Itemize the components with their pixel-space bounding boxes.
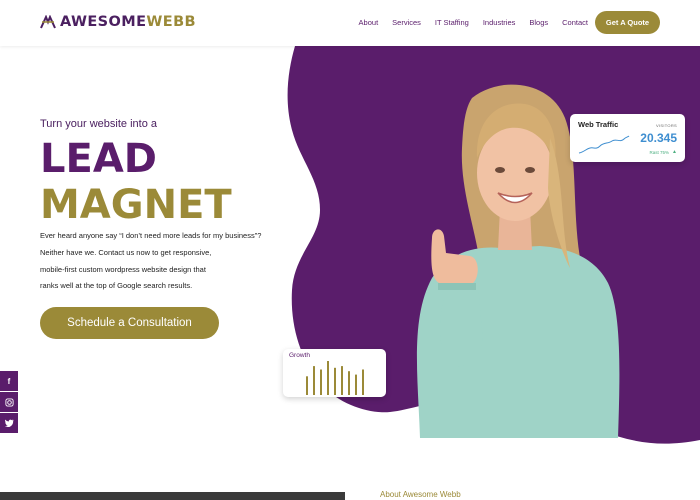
- hero-description-line: Neither have we. Contact us now to get r…: [40, 247, 212, 257]
- web-traffic-card: Web Traffic VISITORS 20.345 Rast 75% ▲: [570, 114, 685, 162]
- instagram-glyph-icon: [4, 397, 14, 407]
- growth-card: Growth: [283, 349, 386, 397]
- growth-bar-chart: [306, 361, 364, 395]
- hero-headline-lead: LEAD: [40, 136, 157, 182]
- growth-bar: [320, 369, 322, 395]
- traffic-change-text: Rast 75%: [649, 150, 669, 155]
- site-header: AWESOMEWEBB About Services IT Staffing I…: [0, 0, 700, 46]
- nav-services[interactable]: Services: [392, 18, 421, 27]
- growth-bar: [348, 371, 350, 395]
- growth-bar: [327, 361, 329, 395]
- traffic-sparkline: [578, 135, 630, 154]
- nav-industries[interactable]: Industries: [483, 18, 516, 27]
- facebook-icon[interactable]: f: [0, 371, 18, 391]
- about-image: [0, 492, 345, 500]
- nav-blogs[interactable]: Blogs: [529, 18, 548, 27]
- nav-contact[interactable]: Contact: [562, 18, 588, 27]
- instagram-icon[interactable]: [0, 392, 18, 412]
- main-nav: About Services IT Staffing Industries Bl…: [345, 18, 588, 27]
- growth-bar: [306, 376, 308, 395]
- twitter-icon[interactable]: [0, 413, 18, 433]
- web-traffic-title: Web Traffic: [578, 120, 619, 129]
- hero-description-line: mobile-first custom wordpress website de…: [40, 264, 206, 274]
- twitter-glyph-icon: [4, 419, 14, 427]
- visitors-label: VISITORS: [656, 123, 677, 128]
- hero-description-line: Ever heard anyone say “I don’t need more…: [40, 231, 262, 240]
- hero-description-line: ranks well at the top of Google search r…: [40, 281, 193, 291]
- growth-bar: [355, 374, 357, 395]
- visitors-value: 20.345: [640, 131, 677, 145]
- about-section-title: About Awesome Webb: [380, 490, 461, 499]
- growth-bar: [334, 367, 336, 395]
- nav-it-staffing[interactable]: IT Staffing: [435, 18, 469, 27]
- hero-tagline: Turn your website into a: [40, 118, 157, 130]
- hero-description: Ever heard anyone say “I don’t need more…: [40, 228, 295, 295]
- logo-text-awesome: AWESOME: [60, 14, 147, 30]
- nav-about[interactable]: About: [359, 18, 379, 27]
- logo-text-webb: WEBB: [146, 14, 196, 30]
- growth-bar: [362, 369, 364, 395]
- hero-headline-magnet: MAGNET: [40, 182, 232, 228]
- logo-mark-icon: [40, 15, 56, 29]
- get-a-quote-button[interactable]: Get A Quote: [595, 11, 660, 34]
- trend-up-icon: ▲: [672, 149, 677, 155]
- schedule-consultation-button[interactable]: Schedule a Consultation: [40, 307, 219, 339]
- growth-bar: [341, 366, 343, 395]
- logo[interactable]: AWESOMEWEBB: [40, 14, 196, 30]
- growth-bar: [313, 366, 315, 395]
